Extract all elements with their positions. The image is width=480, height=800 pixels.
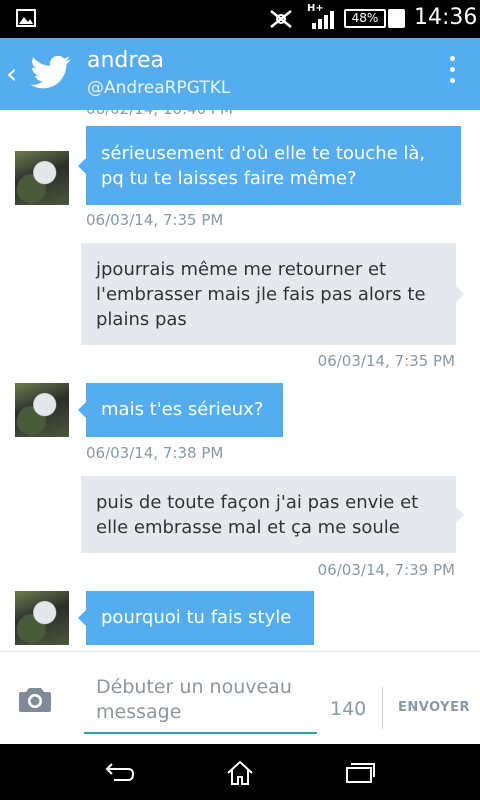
status-bar: H+ 48% 14:36 xyxy=(0,0,480,38)
message-input[interactable]: Débuter un nouveau message xyxy=(84,672,317,734)
incoming-message: pourquoi tu fais style xyxy=(78,591,314,645)
twitter-bird-icon[interactable] xyxy=(30,52,72,92)
timestamp: 06/03/14, 7:39 PM xyxy=(317,561,455,579)
incoming-message: mais t'es sérieux? xyxy=(78,383,283,437)
signal-icon xyxy=(312,11,334,29)
incoming-message: sérieusement d'où elle te touche là, pq … xyxy=(78,126,461,205)
battery-percentage: 48% xyxy=(351,11,379,25)
message-line: pourquoi tu fais style xyxy=(101,607,292,628)
charging-icon xyxy=(388,9,405,28)
nav-back-icon[interactable] xyxy=(104,760,136,784)
message-line: puis de toute façon j'ai pas envie et xyxy=(96,492,419,513)
nfc-off-icon xyxy=(270,10,292,28)
outgoing-message: puis de toute façon j'ai pas envie et el… xyxy=(81,476,464,553)
gallery-icon xyxy=(16,9,36,27)
battery-icon: 48% xyxy=(344,9,386,28)
back-chevron-icon[interactable]: ‹ xyxy=(6,60,17,88)
message-input-placeholder: Débuter un nouveau message xyxy=(96,676,292,723)
contact-name: andrea xyxy=(87,48,164,73)
send-button[interactable]: ENVOYER xyxy=(398,700,470,715)
message-composer: Débuter un nouveau message 140 ENVOYER xyxy=(0,651,480,744)
system-nav-bar xyxy=(0,744,480,800)
camera-icon[interactable] xyxy=(18,685,52,713)
overflow-menu-icon[interactable] xyxy=(448,56,458,89)
divider xyxy=(382,687,383,729)
message-line: plains pas xyxy=(96,309,187,330)
message-line: l'embrasser mais jle fais pas alors te xyxy=(96,284,426,305)
character-counter: 140 xyxy=(330,698,367,720)
message-line: jpourrais même me retourner et xyxy=(96,259,387,280)
message-line: pq tu te laisses faire même? xyxy=(101,168,357,189)
nav-recents-icon[interactable] xyxy=(344,760,376,784)
message-line: sérieusement d'où elle te touche là, xyxy=(101,143,426,164)
conversation-header: ‹ andrea @AndreaRPGTKL xyxy=(0,38,480,110)
avatar[interactable] xyxy=(15,591,69,645)
avatar[interactable] xyxy=(15,383,69,437)
nav-home-icon[interactable] xyxy=(225,760,255,786)
message-line: mais t'es sérieux? xyxy=(101,399,264,420)
timestamp: 06/02/14, 10:40 PM xyxy=(86,110,233,118)
outgoing-message: jpourrais même me retourner et l'embrass… xyxy=(81,243,464,345)
timestamp: 06/03/14, 7:38 PM xyxy=(86,444,224,462)
avatar[interactable] xyxy=(15,151,69,205)
message-thread[interactable]: 06/02/14, 10:40 PM sérieusement d'où ell… xyxy=(0,110,480,651)
contact-handle: @AndreaRPGTKL xyxy=(87,78,231,98)
message-line: elle embrasse mal et ça me soule xyxy=(96,517,400,538)
clock: 14:36 xyxy=(414,5,478,30)
timestamp: 06/03/14, 7:35 PM xyxy=(86,211,224,229)
timestamp: 06/03/14, 7:35 PM xyxy=(317,352,455,370)
